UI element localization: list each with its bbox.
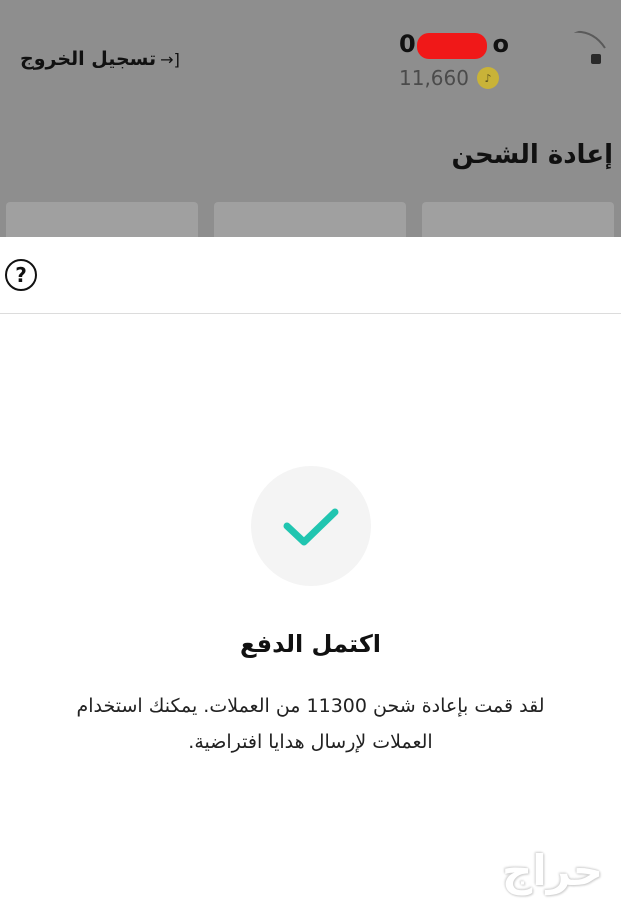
logout-arrow-icon: [→ xyxy=(160,49,180,69)
username: 0 o xyxy=(399,30,509,64)
username-end: o xyxy=(492,30,510,58)
recharge-title: إعادة الشحن xyxy=(451,140,613,170)
sheet-divider xyxy=(0,313,621,314)
user-info: 0 o 11,660 ♪ xyxy=(399,30,509,90)
help-icon[interactable]: ? xyxy=(5,259,37,291)
success-badge xyxy=(251,466,371,586)
recharge-packages xyxy=(6,202,616,237)
redaction-mark xyxy=(417,33,487,59)
status-title: اكتمل الدفع xyxy=(239,630,382,658)
tiktok-coin-icon: ♪ xyxy=(476,67,499,89)
avatar[interactable] xyxy=(563,30,607,74)
watermark: حراج xyxy=(501,846,603,895)
status-message: لقد قمت بإعادة شحن 11300 من العملات. يمك… xyxy=(76,695,545,753)
package-card[interactable] xyxy=(422,202,614,237)
checkmark-icon xyxy=(283,508,339,546)
username-start: 0 xyxy=(399,30,416,58)
background-page: [→ تسجيل الخروج 0 o 11,660 ♪ إعادة الشحن xyxy=(0,0,621,237)
logout-button[interactable]: [→ تسجيل الخروج xyxy=(20,48,180,70)
avatar-image xyxy=(572,30,606,64)
logout-label: تسجيل الخروج xyxy=(20,48,157,70)
coin-balance-row: 11,660 ♪ xyxy=(399,66,509,90)
package-card[interactable] xyxy=(214,202,406,237)
package-card[interactable] xyxy=(6,202,198,237)
coin-balance: 11,660 xyxy=(399,66,469,90)
